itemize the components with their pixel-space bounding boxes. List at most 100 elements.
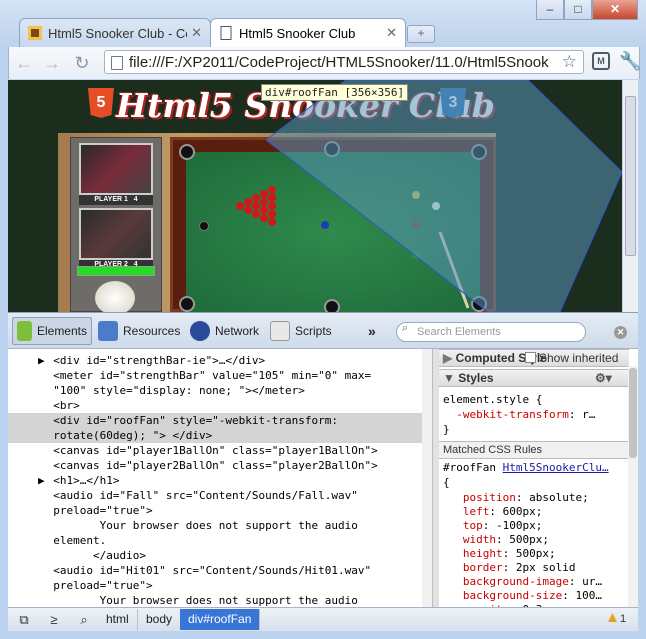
network-icon [190,321,210,341]
player1-label: PLAYER 1 4 [79,195,153,205]
gear-icon[interactable]: ⚙▾ [595,370,612,386]
tab-scripts[interactable]: Scripts [270,317,332,345]
dom-node-line[interactable]: <canvas id="player2BallOn" class="player… [40,458,378,473]
clear-icon[interactable]: ✕ [614,326,627,339]
favicon-icon [28,26,42,40]
css-rule-position[interactable]: position: absolute; [443,490,589,505]
page-icon [111,56,123,70]
tab-resources[interactable]: Resources [98,317,180,345]
collapse-arrow-icon: ▼ [443,371,455,385]
css-rule-background-size[interactable]: background-size: 100… [443,588,602,603]
dom-node-line[interactable]: Your browser does not support the audio [40,518,358,533]
tab-html5-snooker-club[interactable]: Html5 Snooker Club ✕ [210,18,406,47]
css-rule-background-image[interactable]: background-image: ur… [443,574,602,589]
pane-splitter[interactable] [432,349,439,607]
page-scrollbar[interactable] [622,80,638,312]
dom-node-line[interactable]: <audio id="Hit01" src="Content/Sounds/Hi… [40,563,371,578]
close-brace: } [443,423,450,436]
breadcrumb-body[interactable]: body [138,609,182,630]
close-button[interactable]: ✕ [592,0,638,20]
css-rule-width[interactable]: width: 500px; [443,532,549,547]
css-rule-left[interactable]: left: 600px; [443,504,543,519]
dom-node-line[interactable]: <div id="strengthBar-ie">…</div> [40,353,265,368]
dom-node-line[interactable]: preload="true"> [40,578,152,593]
page-icon [220,26,232,40]
tab-elements[interactable]: Elements [12,317,92,345]
css-rule-height[interactable]: height: 500px; [443,546,556,561]
address-bar[interactable]: file:///F:/XP2011/CodeProject/HTML5Snook… [104,50,584,74]
error-count[interactable]: 1 [608,613,626,625]
red-ball [252,210,260,218]
search-icon: ⌕ [402,322,409,334]
source-link[interactable]: Html5SnookerClu… [503,461,609,474]
forward-arrow-icon[interactable]: → [41,52,63,74]
tab-html5-snooker-code[interactable]: Html5 Snooker Club - Code ✕ [19,18,211,47]
dom-node-line[interactable]: </audio> [40,548,146,563]
window-controls: – □ ✕ [536,0,638,20]
dom-node-line[interactable]: <h1>…</h1> [40,473,119,488]
elements-tree[interactable]: <div id="strengthBar-ie">…</div> ▶ <meter… [8,349,432,607]
reload-icon[interactable]: ↻ [71,52,93,74]
tab-title: Html5 Snooker Club [239,25,356,41]
dom-node-line[interactable]: <br> [40,398,80,413]
styles-header[interactable]: ▼ Styles ⚙▾ [439,369,629,387]
minimize-button[interactable]: – [536,0,564,20]
wrench-icon[interactable]: 🔧 [619,51,641,72]
red-ball [244,206,252,214]
dom-node-line[interactable]: <div id="roofFan" style="-webkit-transfo… [40,413,338,428]
more-tabs-button[interactable]: » [368,323,376,339]
dom-node-line[interactable]: <canvas id="player1BallOn" class="player… [40,443,378,458]
css-rule-border[interactable]: border: 2px solid [443,560,576,575]
extension-icon[interactable]: M [592,52,610,70]
element-style-selector: element.style { [443,393,543,406]
search-elements-input[interactable]: Search Elements [396,322,586,342]
dom-node-line[interactable]: Your browser does not support the audio [40,593,358,607]
inspect-tooltip: div#roofFan [356×356] [261,84,409,101]
elements-scrollbar[interactable] [422,349,432,607]
cue-ball-indicator[interactable] [95,281,135,312]
tab-network[interactable]: Network [190,317,259,345]
maximize-button[interactable]: □ [564,0,592,20]
element-style-rule[interactable]: -webkit-transform: r… [443,407,595,422]
elements-icon [17,321,32,341]
computed-style-header[interactable]: ▶ Computed Style Show inherited [439,349,629,367]
expand-arrow-icon: ▶ [443,351,453,365]
scrollbar-thumb[interactable] [629,368,637,458]
css-rule-top[interactable]: top: -100px; [443,518,542,533]
back-arrow-icon[interactable]: ← [13,52,35,74]
tab-close-icon[interactable]: ✕ [191,25,202,41]
search-icon[interactable]: ⌕ [74,612,94,628]
rule-selector: #roofFan Html5SnookerClu… [443,461,609,474]
url-text[interactable]: file:///F:/XP2011/CodeProject/HTML5Snook… [129,54,549,71]
resources-icon [98,321,118,341]
dom-node-line[interactable]: "100" style="display: none; "></meter> [40,383,305,398]
show-inherited-checkbox[interactable] [525,352,536,363]
dom-node-line[interactable]: rotate(60deg); "> </div> [40,428,212,443]
expand-arrow-icon[interactable]: ▶ [38,353,45,368]
console-icon[interactable]: ≥ [44,612,64,628]
expand-arrow-icon[interactable]: ▶ [38,473,45,488]
roof-fan-overlay [266,80,622,312]
open-brace: { [443,476,450,489]
player2-avatar [79,208,153,260]
new-tab-button[interactable]: + [407,25,435,43]
scrollbar-thumb[interactable] [625,96,636,256]
page-viewport: 5 Html5 Snooker Club 3 PLAYER 1 4 PLAYER… [8,80,622,312]
dom-node-line[interactable]: element. [40,533,106,548]
browser-window: Html5 Snooker Club - Code ✕ Html5 Snooke… [0,0,646,639]
styles-sidebar: ▶ Computed Style Show inherited ▼ Styles… [439,349,638,607]
html5-logo-icon: 5 [88,88,114,118]
dock-icon[interactable]: ⧉ [14,612,34,628]
dom-node-line[interactable]: preload="true"> [40,503,152,518]
tab-title: Html5 Snooker Club - Code [48,25,187,41]
breadcrumb-div-rooffan[interactable]: div#roofFan [180,609,261,630]
breadcrumb-html[interactable]: html [98,609,138,630]
devtools-toolbar: Elements Resources Network Scripts » Sea… [8,312,638,349]
styles-scrollbar[interactable] [628,366,638,607]
red-ball [244,198,252,206]
bookmark-star-icon[interactable]: ☆ [562,52,577,72]
dom-node-line[interactable]: <audio id="Fall" src="Content/Sounds/Fal… [40,488,358,503]
score-panel: PLAYER 1 4 PLAYER 2 4 [70,137,162,312]
tab-close-icon[interactable]: ✕ [386,25,397,41]
dom-node-line[interactable]: <meter id="strengthBar" value="105" min=… [40,368,371,383]
